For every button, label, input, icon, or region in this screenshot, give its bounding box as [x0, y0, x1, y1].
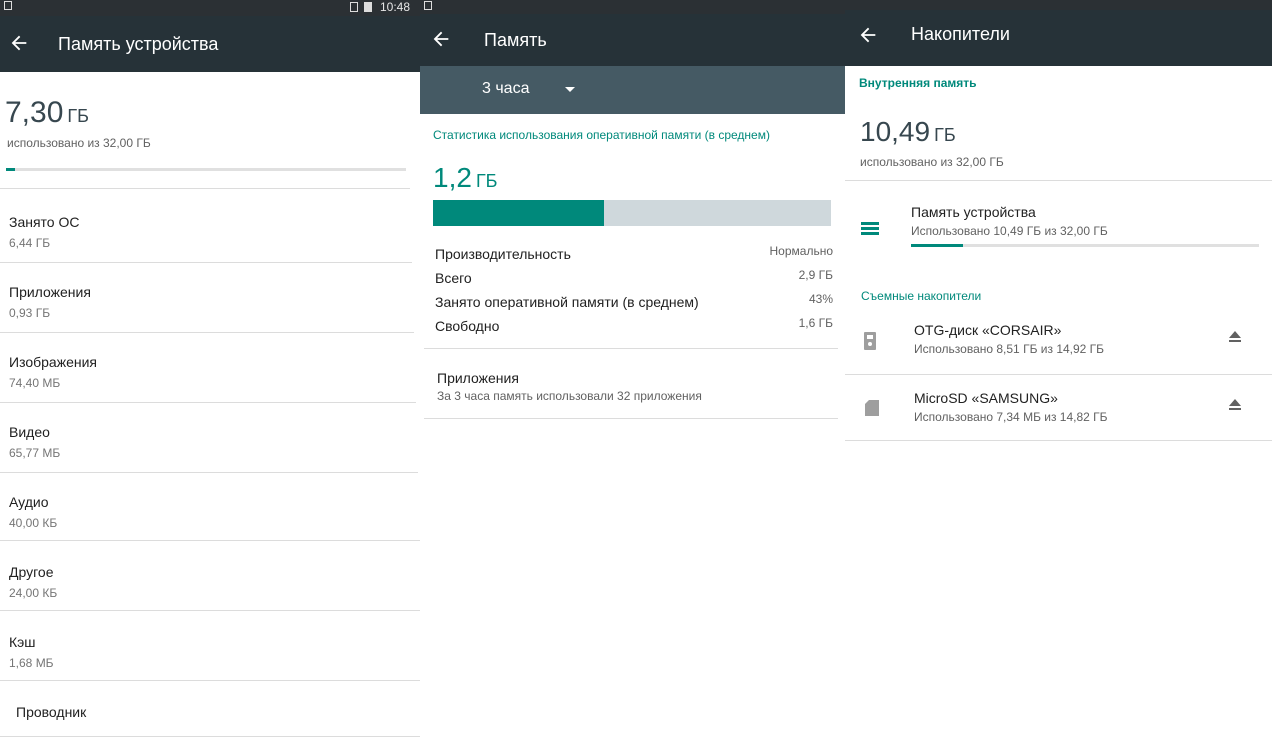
apps-title: Приложения	[437, 370, 519, 386]
sd-card-icon	[865, 400, 879, 416]
ram-usage-bar	[433, 200, 831, 226]
period-selected: 3 часа	[482, 80, 530, 97]
device-storage-screen: 10:48 Память устройства 7,30 ГБ использов…	[0, 0, 420, 742]
otg-drive-title: OTG-диск «CORSAIR»	[914, 322, 1062, 338]
storage-usage-bar	[6, 168, 406, 171]
stat-value: Нормально	[769, 244, 834, 258]
list-item-value: 74,40 МБ	[9, 376, 61, 390]
divider	[0, 540, 420, 541]
list-item-value: 1,68 МБ	[9, 656, 54, 670]
back-arrow-icon[interactable]	[430, 28, 452, 50]
ram-average-value: 1,2 ГБ	[433, 162, 498, 193]
device-storage-title: Память устройства	[911, 204, 1036, 220]
back-arrow-icon[interactable]	[8, 32, 30, 54]
microsd-title: MicroSD «SAMSUNG»	[914, 390, 1058, 406]
device-usage-bar	[911, 244, 1259, 247]
storage-icon	[861, 222, 879, 235]
divider	[0, 610, 420, 611]
page-title: Накопители	[911, 24, 1010, 44]
divider	[0, 402, 416, 403]
list-item-label: Другое	[9, 564, 54, 580]
ram-usage-fill	[433, 200, 605, 226]
battery-icon	[364, 2, 372, 12]
image-icon	[424, 1, 432, 10]
stat-label: Всего	[435, 270, 472, 286]
used-storage-value: 7,30 ГБ	[5, 96, 89, 129]
stat-label: Производительность	[435, 246, 571, 262]
usb-drive-icon	[864, 332, 876, 350]
device-storage-caption: Использовано 10,49 ГБ из 32,00 ГБ	[911, 224, 1108, 238]
device-storage-item[interactable]: Память устройства Использовано 10,49 ГБ …	[845, 196, 1272, 264]
divider	[0, 262, 412, 263]
divider	[0, 736, 420, 737]
otg-drive-item[interactable]: OTG-диск «CORSAIR» Использовано 8,51 ГБ …	[845, 312, 1272, 380]
list-item-label: Проводник	[16, 704, 87, 720]
page-title: Память устройства	[58, 34, 219, 54]
divider	[845, 374, 1272, 375]
notification-icon	[4, 1, 12, 10]
otg-drive-caption: Использовано 8,51 ГБ из 14,92 ГБ	[914, 342, 1105, 356]
divider	[424, 418, 838, 419]
microsd-caption: Использовано 7,34 МБ из 14,82 ГБ	[914, 410, 1108, 424]
toolbar: Накопители	[845, 10, 1272, 66]
status-time: 10:48	[379, 0, 410, 14]
internal-storage-heading: Внутренняя память	[859, 76, 977, 90]
list-item-label: Аудио	[9, 494, 49, 510]
internal-used-value: 10,49 ГБ	[860, 116, 956, 147]
list-item-label: Видео	[9, 424, 50, 440]
period-dropdown[interactable]: 3 часа	[420, 66, 845, 114]
list-item-value: 0,93 ГБ	[9, 306, 51, 320]
divider	[0, 188, 410, 189]
divider	[0, 472, 418, 473]
stat-value: 2,9 ГБ	[798, 268, 833, 282]
memory-screen: Память 3 часа Статистика использования о…	[420, 0, 845, 742]
microsd-item[interactable]: MicroSD «SAMSUNG» Использовано 7,34 МБ и…	[845, 380, 1272, 448]
list-item-label: Изображения	[9, 354, 97, 370]
device-usage-fill	[911, 244, 964, 247]
list-item-label: Занято ОС	[9, 214, 80, 230]
back-arrow-icon[interactable]	[857, 24, 879, 46]
list-item-value: 6,44 ГБ	[9, 236, 51, 250]
alert-icon	[350, 2, 358, 12]
stat-value: 1,6 ГБ	[798, 316, 833, 330]
list-item-value: 24,00 КБ	[9, 586, 58, 600]
list-item-label: Кэш	[9, 634, 36, 650]
internal-used-caption: использовано из 32,00 ГБ	[860, 155, 1004, 169]
list-item-value: 40,00 КБ	[9, 516, 58, 530]
eject-icon[interactable]	[1228, 398, 1242, 412]
eject-icon[interactable]	[1228, 330, 1242, 344]
page-title: Память	[484, 30, 547, 50]
apps-caption: За 3 часа память использовали 32 приложе…	[437, 389, 702, 403]
stat-label: Свободно	[435, 318, 500, 334]
stat-value: 43%	[808, 292, 833, 306]
dropdown-arrow-icon	[565, 87, 575, 92]
divider	[845, 440, 1272, 441]
storage-screen: Накопители Внутренняя память 10,49 ГБ исп…	[845, 0, 1272, 742]
toolbar: Память устройства	[0, 16, 420, 72]
status-bar	[420, 0, 845, 14]
divider	[424, 348, 838, 349]
divider	[845, 180, 1272, 181]
storage-usage-fill	[6, 168, 16, 171]
status-bar: 10:48	[0, 0, 420, 16]
divider	[0, 680, 420, 681]
divider	[0, 332, 414, 333]
stat-label: Занято оперативной памяти (в среднем)	[435, 294, 699, 310]
removable-storage-heading: Съемные накопители	[861, 289, 982, 303]
stats-heading: Статистика использования оперативной пам…	[433, 128, 770, 142]
toolbar: Память	[420, 14, 845, 66]
used-storage-caption: использовано из 32,00 ГБ	[7, 136, 151, 150]
list-item-value: 65,77 МБ	[9, 446, 61, 460]
status-bar	[845, 0, 1272, 10]
list-item-label: Приложения	[9, 284, 91, 300]
